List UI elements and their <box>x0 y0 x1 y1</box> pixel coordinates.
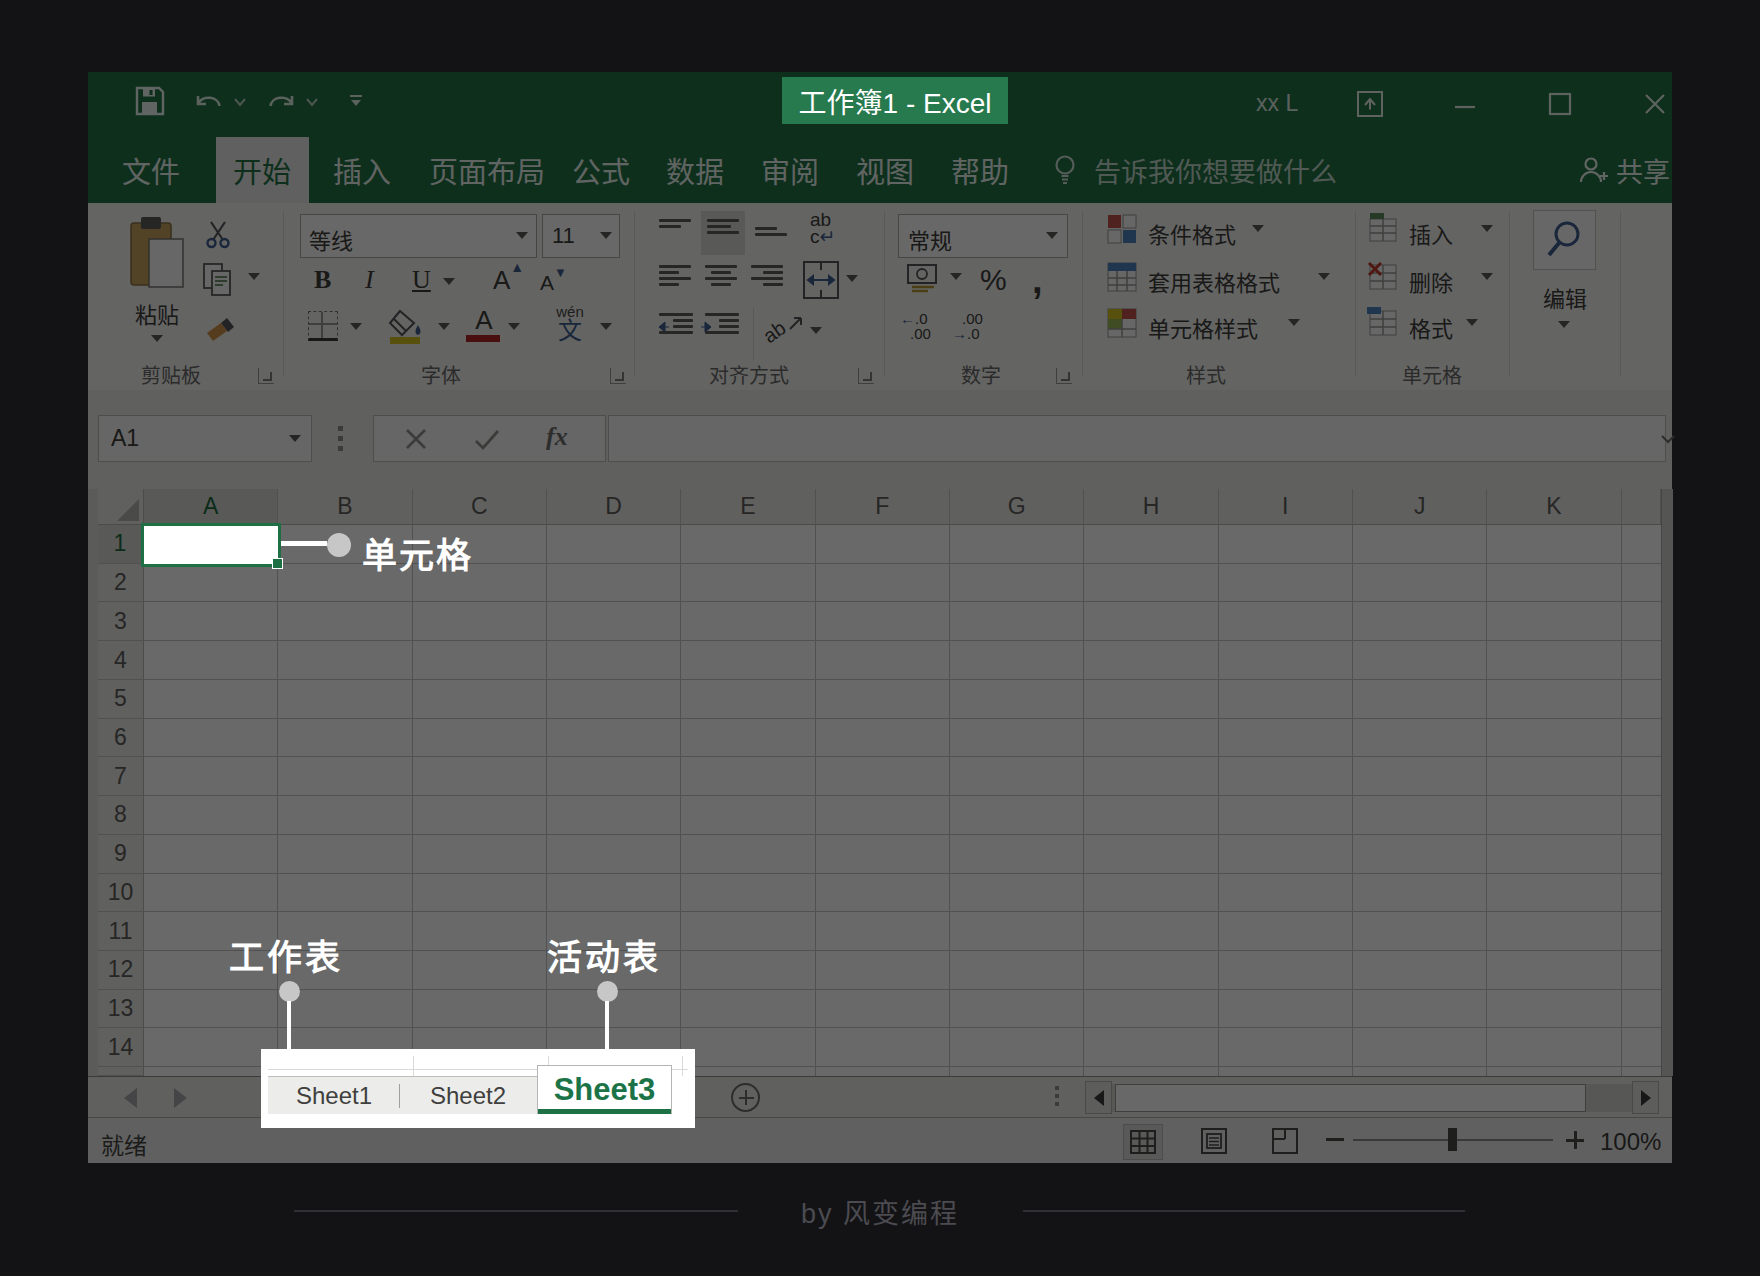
caption-bar: by 风变编程 <box>0 1192 1760 1232</box>
sheet-tab-divider <box>399 1084 400 1108</box>
caption-text: by 风变编程 <box>801 1192 959 1231</box>
worksheet-callout-line <box>287 1001 291 1056</box>
caption-left-line <box>294 1210 738 1212</box>
worksheet-annotation: 工作表 <box>229 929 343 980</box>
active-sheet-callout-dot <box>597 981 618 1002</box>
active-sheet-annotation: 活动表 <box>547 929 661 980</box>
sheet-tab-sheet3-active[interactable]: Sheet3 <box>537 1065 672 1114</box>
title-spotlight: 工作簿1 - Excel <box>782 77 1008 124</box>
active-sheet-callout-line <box>605 1001 609 1063</box>
fill-handle[interactable] <box>272 558 283 569</box>
cell-annotation: 单元格 <box>362 527 473 578</box>
sheet-tabs-spotlight: Sheet1 Sheet2 Sheet3 <box>261 1049 695 1128</box>
worksheet-callout-dot <box>279 981 300 1002</box>
gridline-decoration <box>413 1056 414 1076</box>
gridline-decoration <box>682 1056 683 1076</box>
stage: xx L 文件开始插入页面布局公式数据审阅视图帮助 <box>0 0 1760 1276</box>
selected-cell-a1[interactable] <box>141 523 281 567</box>
cell-callout-dot <box>327 533 351 557</box>
cell-callout-line <box>281 541 327 546</box>
caption-right-line <box>1023 1210 1465 1212</box>
active-sheet-underline <box>538 1109 671 1114</box>
sheet-tab-sheet2[interactable]: Sheet2 <box>408 1077 528 1115</box>
window-title: 工作簿1 - Excel <box>799 81 992 121</box>
sheet-tab-sheet1[interactable]: Sheet1 <box>278 1077 390 1115</box>
